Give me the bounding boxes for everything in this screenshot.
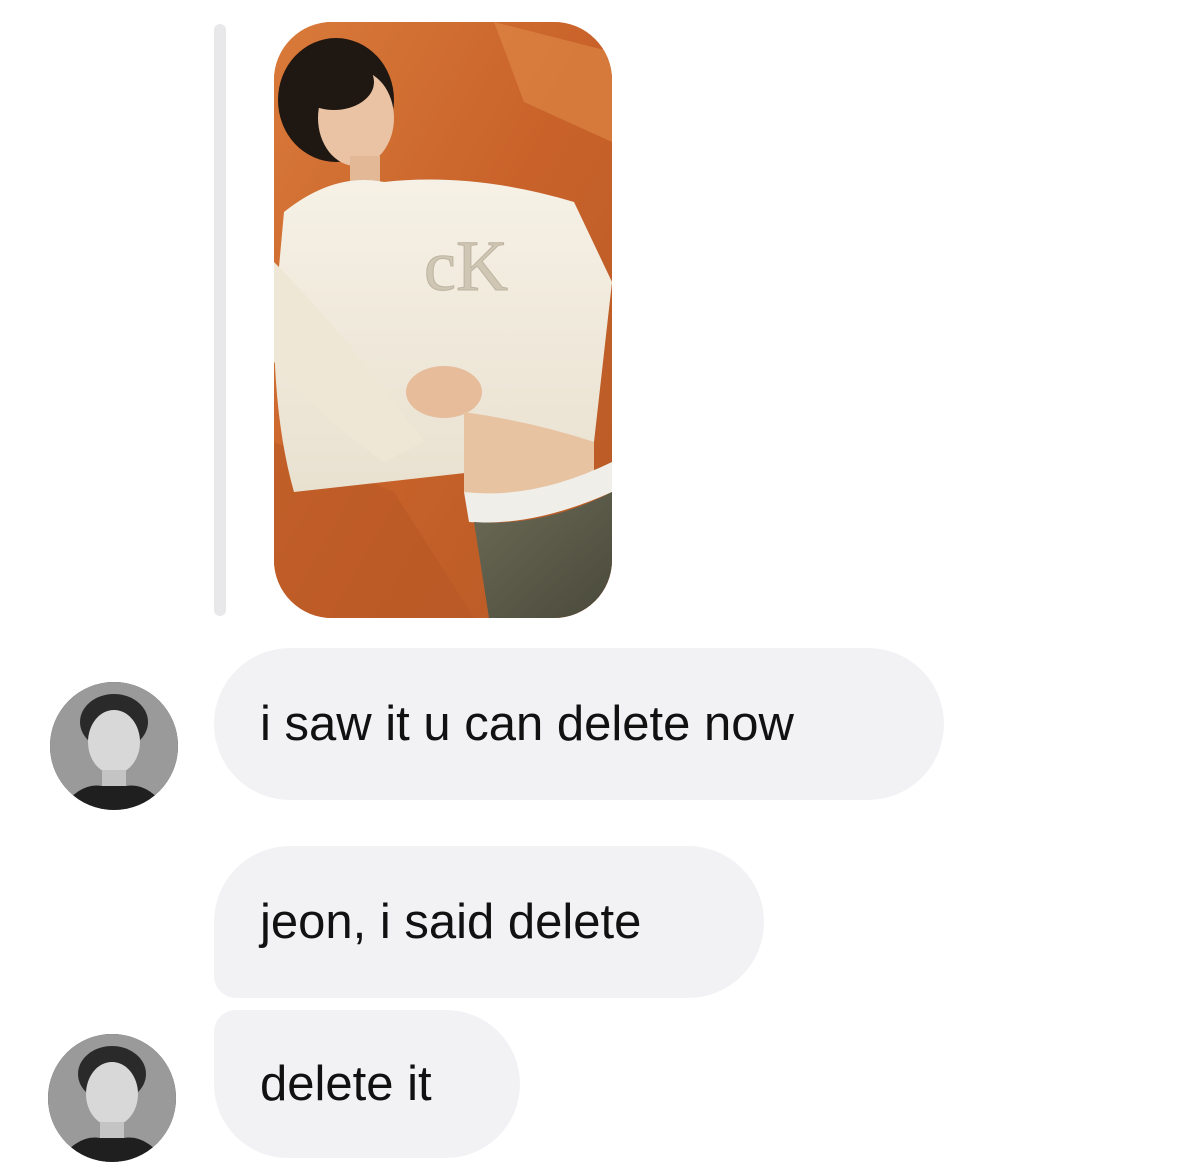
message-text: jeon, i said delete [260, 895, 642, 949]
message-bubble[interactable]: i saw it u can delete now [214, 648, 944, 800]
photo-image: cK [274, 22, 612, 618]
avatar-portrait [48, 1034, 176, 1162]
message-bubble[interactable]: jeon, i said delete [214, 846, 764, 998]
contact-avatar[interactable] [50, 682, 178, 810]
svg-text:cK: cK [424, 226, 508, 306]
message-text: i saw it u can delete now [260, 697, 794, 751]
reply-indicator-bar [214, 24, 226, 616]
message-bubble[interactable]: delete it [214, 1010, 520, 1158]
avatar-portrait [50, 682, 178, 810]
shared-photo-message[interactable]: cK [274, 22, 612, 618]
contact-avatar[interactable] [48, 1034, 176, 1162]
message-text: delete it [260, 1057, 432, 1111]
calvin-klein-logo: cK [424, 226, 509, 307]
